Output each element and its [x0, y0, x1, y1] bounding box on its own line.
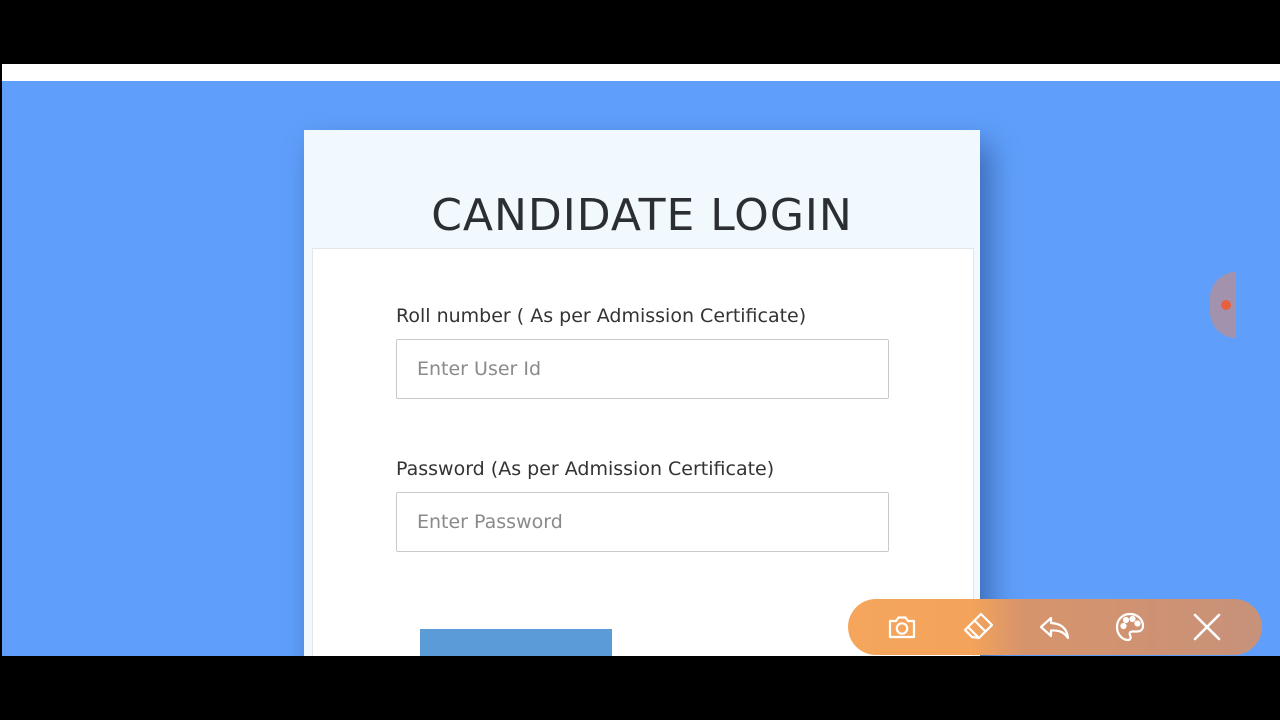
password-label: Password (As per Admission Certificate) [396, 458, 775, 480]
undo-icon [1039, 616, 1070, 640]
user-id-input[interactable] [396, 339, 889, 399]
close-icon [1193, 613, 1221, 641]
eraser-icon [963, 612, 994, 640]
login-card: CANDIDATE LOGIN Roll number ( As per Adm… [304, 130, 980, 656]
color-palette-button[interactable] [1111, 608, 1149, 646]
eraser-button[interactable] [959, 608, 997, 646]
roll-number-label: Roll number ( As per Admission Certifica… [396, 305, 807, 327]
password-input[interactable] [396, 492, 889, 552]
camera-icon [888, 616, 916, 639]
palette-icon [1115, 612, 1145, 642]
page-background: CANDIDATE LOGIN Roll number ( As per Adm… [2, 81, 1280, 656]
screen-capture-toolbar [848, 599, 1262, 655]
page-title: CANDIDATE LOGIN [431, 190, 853, 241]
login-form: Roll number ( As per Admission Certifica… [312, 248, 974, 656]
undo-button[interactable] [1035, 608, 1073, 646]
screen: CANDIDATE LOGIN Roll number ( As per Adm… [0, 0, 1280, 720]
close-toolbar-button[interactable] [1188, 608, 1226, 646]
screenshot-button[interactable] [883, 608, 921, 646]
top-white-strip [2, 64, 1280, 81]
record-dot-icon [1221, 300, 1231, 310]
login-submit-button[interactable] [420, 629, 612, 656]
